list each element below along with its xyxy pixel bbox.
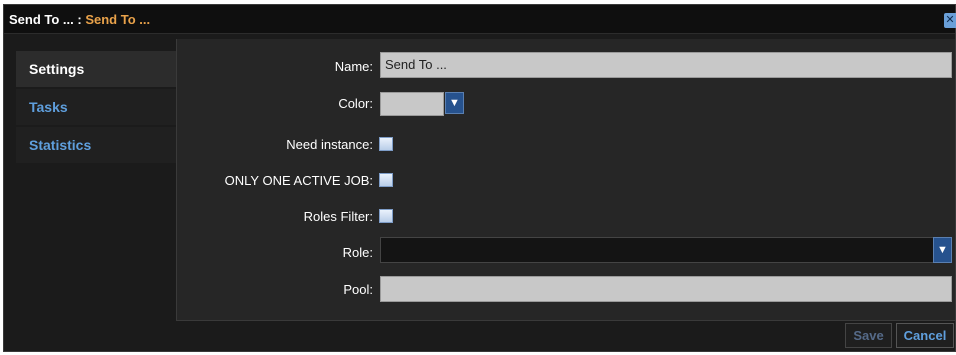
sidebar-item-tasks[interactable]: Tasks: [16, 89, 176, 125]
need-instance-checkbox[interactable]: [379, 137, 393, 151]
dialog-titlebar: Send To ... : Send To ... ✕: [4, 5, 956, 34]
sidebar-item-statistics[interactable]: Statistics: [16, 127, 176, 163]
sidebar: Settings Tasks Statistics: [16, 51, 176, 165]
chevron-down-icon: ▼: [449, 97, 460, 109]
pool-label: Pool:: [343, 282, 373, 297]
role-dropdown-button[interactable]: ▼: [933, 237, 952, 263]
only-one-active-job-checkbox[interactable]: [379, 173, 393, 187]
dialog-title: Send To ...: [9, 12, 74, 27]
role-value: [381, 242, 385, 257]
only-one-active-job-label: ONLY ONE ACTIVE JOB:: [224, 173, 373, 188]
pool-field[interactable]: [380, 276, 952, 302]
settings-panel: Name: Send To ... Color: ▼ Need instance…: [176, 39, 955, 321]
role-select[interactable]: [380, 237, 934, 263]
title-separator: :: [73, 12, 86, 27]
need-instance-label: Need instance:: [286, 137, 373, 152]
cancel-button[interactable]: Cancel: [896, 323, 954, 348]
name-field[interactable]: Send To ...: [380, 52, 952, 78]
send-to-dialog: Send To ... : Send To ... ✕ Settings Tas…: [3, 4, 956, 352]
close-icon[interactable]: ✕: [944, 13, 956, 28]
chevron-down-icon: ▼: [937, 244, 948, 256]
name-value: Send To ...: [385, 57, 447, 72]
dialog-subtitle: Send To ...: [85, 12, 151, 27]
role-label: Role:: [342, 245, 373, 260]
sidebar-item-settings[interactable]: Settings: [16, 51, 176, 87]
roles-filter-checkbox[interactable]: [379, 209, 393, 223]
name-label: Name:: [334, 59, 373, 74]
color-picker[interactable]: [380, 92, 444, 116]
roles-filter-label: Roles Filter:: [303, 209, 373, 224]
save-button[interactable]: Save: [845, 323, 892, 348]
color-label: Color:: [338, 96, 373, 111]
color-dropdown-button[interactable]: ▼: [445, 92, 464, 114]
